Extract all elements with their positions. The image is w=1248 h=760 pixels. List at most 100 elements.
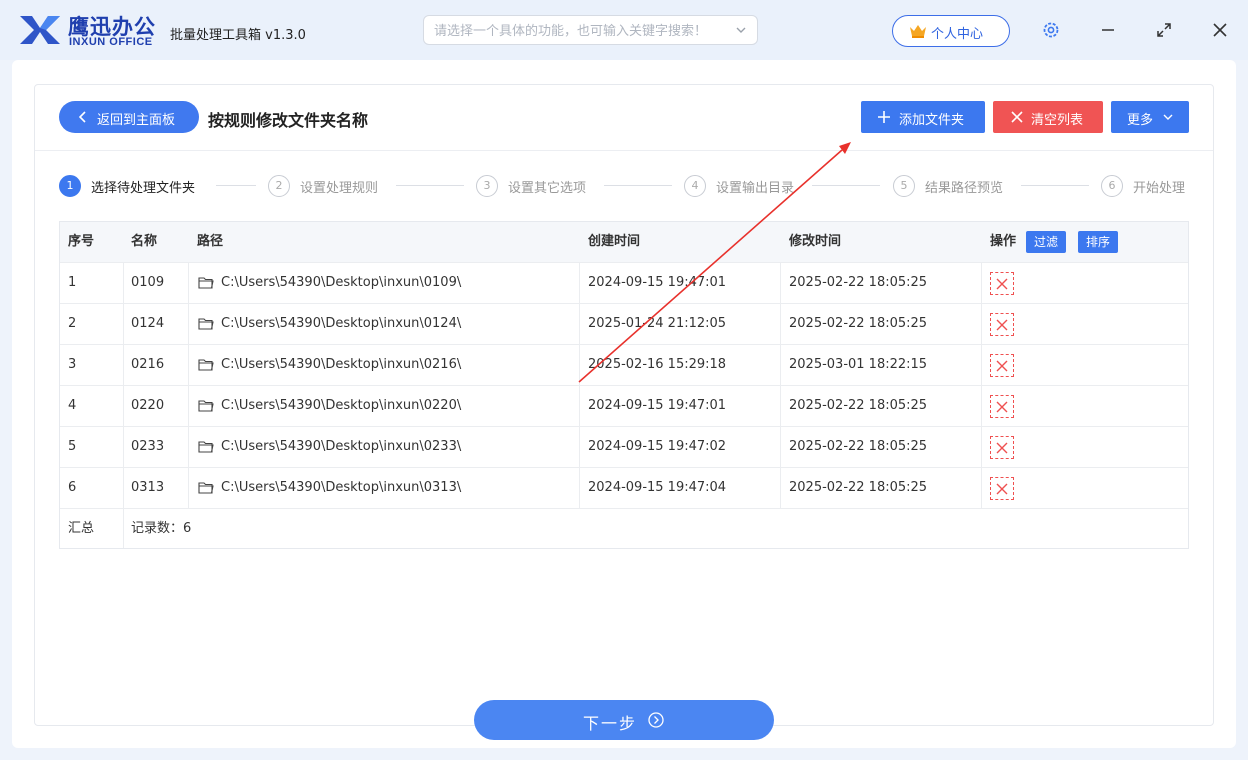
row-name: 0233 xyxy=(131,439,165,454)
clear-list-button[interactable]: 清空列表 xyxy=(993,101,1103,133)
step-connector xyxy=(1021,185,1089,186)
row-created: 2025-01-24 21:12:05 xyxy=(588,316,727,331)
row-index: 1 xyxy=(68,275,77,290)
user-center-label: 个人中心 xyxy=(931,27,984,42)
folder-table: 序号 名称 路径 创建时间 修改时间 操作 过滤 排序 1 0109 C:\Us… xyxy=(59,221,1189,549)
step-number: 4 xyxy=(684,175,706,197)
delete-icon xyxy=(996,401,1008,413)
search-input[interactable] xyxy=(434,21,724,41)
row-name: 0124 xyxy=(131,316,165,331)
row-modified: 2025-02-22 18:05:25 xyxy=(789,439,928,454)
step-4: 4 设置输出目录 xyxy=(684,175,814,197)
table-summary-row: 汇总 记录数：6 xyxy=(60,509,1188,550)
back-to-home-button[interactable]: 返回到主面板 xyxy=(59,101,199,133)
row-path: C:\Users\54390\Desktop\inxun\0233\ xyxy=(221,439,462,454)
row-path: C:\Users\54390\Desktop\inxun\0124\ xyxy=(221,316,462,331)
row-created: 2025-02-16 15:29:18 xyxy=(588,357,727,372)
folder-icon xyxy=(198,482,214,494)
clear-list-label: 清空列表 xyxy=(1031,113,1084,128)
step-number: 3 xyxy=(476,175,498,197)
col-header-actions: 操作 xyxy=(990,234,1017,249)
summary-label: 汇总 xyxy=(68,521,95,536)
step-label: 结果路径预览 xyxy=(925,181,1004,196)
row-index: 2 xyxy=(68,316,77,331)
more-label: 更多 xyxy=(1127,113,1154,128)
delete-icon xyxy=(996,483,1008,495)
step-connector xyxy=(812,185,880,186)
maximize-icon[interactable] xyxy=(1154,20,1174,40)
row-modified: 2025-02-22 18:05:25 xyxy=(789,275,928,290)
more-button[interactable]: 更多 xyxy=(1111,101,1189,133)
gear-icon[interactable] xyxy=(1041,20,1061,40)
row-name: 0220 xyxy=(131,398,165,413)
col-header-name[interactable]: 名称 xyxy=(131,222,157,262)
folder-icon xyxy=(198,441,214,453)
summary-value: 记录数：6 xyxy=(131,521,192,536)
table-row[interactable]: 2 0124 C:\Users\54390\Desktop\inxun\0124… xyxy=(60,304,1188,345)
minimize-icon[interactable] xyxy=(1098,20,1118,40)
next-step-button[interactable]: 下一步 xyxy=(474,700,774,740)
col-header-created[interactable]: 创建时间 xyxy=(588,222,640,262)
delete-row-button[interactable] xyxy=(990,477,1014,500)
delete-row-button[interactable] xyxy=(990,436,1014,459)
row-created: 2024-09-15 19:47:04 xyxy=(588,480,727,495)
page-title: 按规则修改文件夹名称 xyxy=(208,111,369,130)
delete-row-button[interactable] xyxy=(990,354,1014,377)
step-3: 3 设置其它选项 xyxy=(476,175,606,197)
delete-row-button[interactable] xyxy=(990,272,1014,295)
logo-icon xyxy=(20,16,60,44)
back-label: 返回到主面板 xyxy=(97,113,176,128)
folder-icon xyxy=(198,318,214,330)
step-label: 开始处理 xyxy=(1133,181,1186,196)
sort-button[interactable]: 排序 xyxy=(1078,231,1119,253)
delete-row-button[interactable] xyxy=(990,313,1014,336)
add-folder-button[interactable]: 添加文件夹 xyxy=(861,101,985,133)
table-row[interactable]: 4 0220 C:\Users\54390\Desktop\inxun\0220… xyxy=(60,386,1188,427)
table-row[interactable]: 1 0109 C:\Users\54390\Desktop\inxun\0109… xyxy=(60,263,1188,304)
row-name: 0109 xyxy=(131,275,165,290)
step-label: 选择待处理文件夹 xyxy=(91,181,196,196)
row-name: 0313 xyxy=(131,480,165,495)
next-step-label: 下一步 xyxy=(583,714,638,733)
table-row[interactable]: 5 0233 C:\Users\54390\Desktop\inxun\0233… xyxy=(60,427,1188,468)
arrow-right-circle-icon xyxy=(648,712,664,728)
row-created: 2024-09-15 19:47:01 xyxy=(588,398,727,413)
row-index: 6 xyxy=(68,480,77,495)
step-number: 2 xyxy=(268,175,290,197)
row-name: 0216 xyxy=(131,357,165,372)
user-center-button[interactable]: 个人中心 xyxy=(892,15,1010,47)
delete-icon xyxy=(996,442,1008,454)
table-row[interactable]: 3 0216 C:\Users\54390\Desktop\inxun\0216… xyxy=(60,345,1188,386)
row-index: 4 xyxy=(68,398,77,413)
plus-icon xyxy=(878,111,890,123)
chevron-down-icon[interactable] xyxy=(735,24,747,36)
step-connector xyxy=(216,185,256,186)
filter-button[interactable]: 过滤 xyxy=(1026,231,1067,253)
delete-icon xyxy=(996,360,1008,372)
step-number: 6 xyxy=(1101,175,1123,197)
col-header-modified[interactable]: 修改时间 xyxy=(789,222,841,262)
step-label: 设置输出目录 xyxy=(716,181,795,196)
back-arrow-icon xyxy=(79,111,86,123)
step-6: 6 开始处理 xyxy=(1101,175,1191,197)
function-search[interactable] xyxy=(423,15,758,45)
step-number: 5 xyxy=(893,175,915,197)
title-bar: 鹰迅办公 INXUN OFFICE 批量处理工具箱 v1.3.0 个人中心 xyxy=(0,0,1248,60)
table-row[interactable]: 6 0313 C:\Users\54390\Desktop\inxun\0313… xyxy=(60,468,1188,509)
row-created: 2024-09-15 19:47:01 xyxy=(588,275,727,290)
delete-icon xyxy=(996,319,1008,331)
delete-row-button[interactable] xyxy=(990,395,1014,418)
row-path: C:\Users\54390\Desktop\inxun\0109\ xyxy=(221,275,462,290)
close-icon[interactable] xyxy=(1210,20,1230,40)
row-modified: 2025-02-22 18:05:25 xyxy=(789,480,928,495)
step-1: 1 选择待处理文件夹 xyxy=(59,175,219,197)
brand-name-en: INXUN OFFICE xyxy=(69,36,153,48)
row-path: C:\Users\54390\Desktop\inxun\0220\ xyxy=(221,398,462,413)
chevron-down-icon xyxy=(1163,114,1173,120)
folder-icon xyxy=(198,277,214,289)
row-modified: 2025-03-01 18:22:15 xyxy=(789,357,928,372)
crown-icon xyxy=(910,25,926,38)
row-path: C:\Users\54390\Desktop\inxun\0313\ xyxy=(221,480,462,495)
step-connector xyxy=(396,185,464,186)
col-header-path[interactable]: 路径 xyxy=(197,222,223,262)
